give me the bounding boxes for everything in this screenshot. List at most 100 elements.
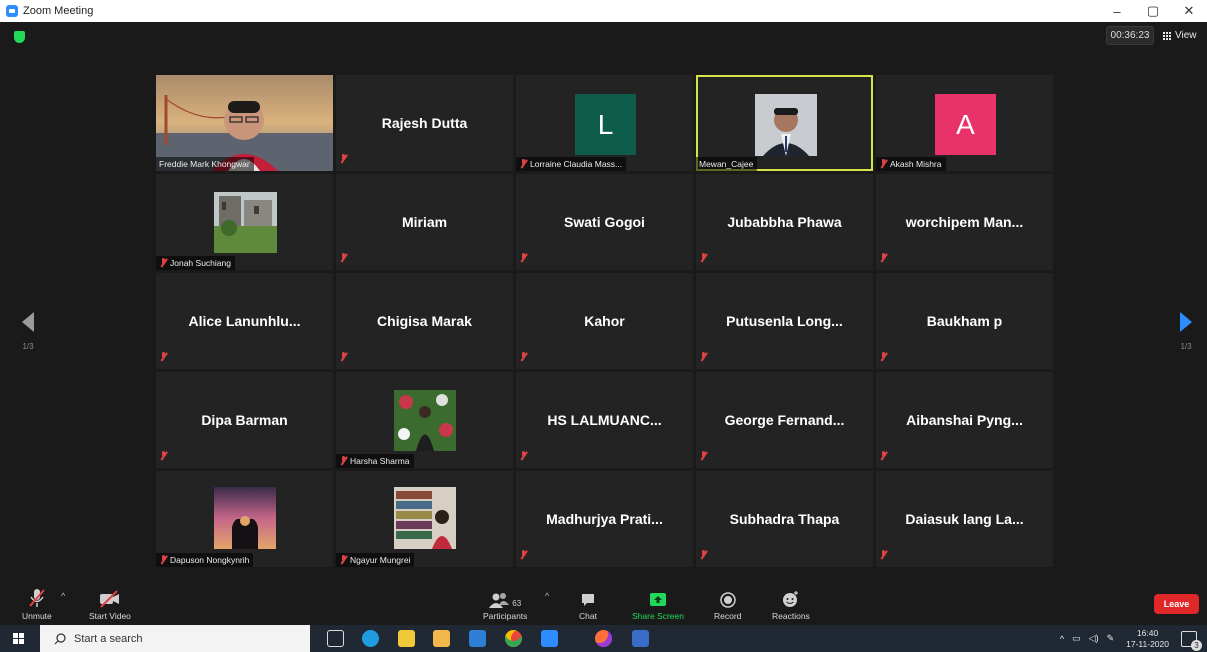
participant-display-name: Rajesh Dutta [381,115,468,131]
mic-muted-icon [519,547,528,565]
mic-muted-icon [699,547,708,565]
participant-display-name: Baukham p [926,313,1003,329]
avatar: L [575,94,636,155]
reactions-label: Reactions [772,611,810,621]
task-view-icon[interactable] [327,630,344,647]
page-indicator-right: 1/3 [1180,342,1192,351]
notes-app-icon[interactable] [632,630,649,647]
view-label: View [1175,30,1197,41]
participant-tile-madhurjya[interactable]: Madhurjya Prati... [516,471,693,567]
zoom-taskbar-icon[interactable] [541,630,558,647]
previous-page-button[interactable]: 1/3 [18,312,38,360]
participant-display-name: Miriam [401,214,448,230]
video-off-icon [99,586,121,608]
unmute-button[interactable]: Unmute [22,586,52,621]
participant-name-caption: Freddie Mark Khongwar [156,157,254,171]
minimize-button[interactable]: – [1099,0,1135,22]
firefox-icon[interactable] [595,630,612,647]
unmute-label: Unmute [22,611,52,621]
participant-tile-chigisa[interactable]: Chigisa Marak [336,273,513,369]
chrome-icon[interactable] [505,630,522,647]
chat-button[interactable]: Chat [579,586,597,621]
encryption-shield-icon[interactable] [14,31,25,43]
participant-name: Lorraine Claudia Mass... [530,159,623,169]
participant-tile-swati[interactable]: Swati Gogoi [516,174,693,270]
window-controls: – ▢ ✕ [1099,0,1207,22]
participant-display-name: Putusenla Long... [726,313,843,329]
participant-name: Mewan_Cajee [699,159,754,169]
meeting-timer: 00:36:23 [1106,26,1154,45]
participants-icon [489,593,510,608]
next-page-button[interactable]: 1/3 [1176,312,1196,360]
mic-muted-icon [28,586,46,608]
participant-tile-dipa[interactable]: Dipa Barman [156,372,333,468]
media-player-icon[interactable] [469,630,486,647]
windows-taskbar: ^ ▭ ◁) ✎ 16:40 17-11-2020 3 [0,625,1207,652]
reactions-button[interactable]: Reactions [772,586,810,621]
participant-tile-aibanshai[interactable]: Aibanshai Pyng... [876,372,1053,468]
participant-tile-alice[interactable]: Alice Lanunhlu... [156,273,333,369]
mic-muted-icon [699,448,708,466]
participant-tile-george[interactable]: George Fernand... [696,372,873,468]
reactions-icon [782,586,800,608]
edge-browser-icon[interactable] [362,630,379,647]
mic-muted-icon [339,349,348,367]
participants-button[interactable]: 63 Participants [483,586,527,621]
mic-muted-icon [879,349,888,367]
mic-muted-icon [699,349,708,367]
mic-muted-icon [699,250,708,268]
participant-tile-freddie[interactable]: Freddie Mark Khongwar [156,75,333,171]
participant-tile-harsha[interactable]: Harsha Sharma [336,372,513,468]
leave-button[interactable]: Leave [1154,594,1199,614]
participant-tile-hs-lalmuanc[interactable]: HS LALMUANC... [516,372,693,468]
participant-display-name: Alice Lanunhlu... [188,313,301,329]
mic-muted-icon [519,250,528,268]
participant-tile-mewan-active-speaker[interactable]: Mewan_Cajee [696,75,873,171]
participant-tile-worchipem[interactable]: worchipem Man... [876,174,1053,270]
profile-photo [214,487,276,549]
participant-tile-jonah[interactable]: Jonah Suchiang [156,174,333,270]
page-indicator-left: 1/3 [22,342,34,351]
restore-button[interactable]: ▢ [1135,0,1171,22]
taskbar-search-box[interactable] [40,625,310,652]
participant-tile-subhadra[interactable]: Subhadra Thapa [696,471,873,567]
participant-tile-ngayur[interactable]: Ngayur Mungrei [336,471,513,567]
participant-display-name: HS LALMUANC... [547,412,662,428]
taskbar-clock[interactable]: 16:40 17-11-2020 [1126,628,1169,650]
participant-tile-akash[interactable]: A Akash Mishra [876,75,1053,171]
participant-tile-putusenla[interactable]: Putusenla Long... [696,273,873,369]
participant-tile-rajesh[interactable]: Rajesh Dutta [336,75,513,171]
participants-options-caret[interactable]: ^ [545,591,549,601]
participant-tile-lorraine[interactable]: L Lorraine Claudia Mass... [516,75,693,171]
windows-start-icon[interactable] [13,633,24,644]
participant-tile-kahor[interactable]: Kahor [516,273,693,369]
participant-tile-daiasuk[interactable]: Daiasuk lang La... [876,471,1053,567]
record-button[interactable]: Record [714,586,741,621]
participant-name-caption: Jonah Suchiang [156,256,235,270]
network-icon[interactable]: ▭ [1072,633,1081,644]
volume-icon[interactable]: ◁) [1089,633,1099,644]
pen-icon[interactable]: ✎ [1107,633,1115,644]
start-video-button[interactable]: Start Video [89,586,131,621]
audio-options-caret[interactable]: ^ [61,591,65,601]
participant-tile-dapuson[interactable]: Dapuson Nongkynrih [156,471,333,567]
participants-label: Participants [483,611,528,621]
file-explorer-icon[interactable] [433,630,450,647]
share-screen-button[interactable]: Share Screen [632,586,684,621]
participant-name: Jonah Suchiang [170,258,231,268]
participant-tile-miriam[interactable]: Miriam [336,174,513,270]
view-button[interactable]: View [1163,27,1197,44]
participant-tile-baukham[interactable]: Baukham p [876,273,1053,369]
notification-count-badge: 3 [1191,639,1202,651]
system-tray: ^ ▭ ◁) ✎ 16:40 17-11-2020 3 [1060,625,1207,652]
participants-count: 63 [512,599,522,608]
participant-name: Dapuson Nongkynrih [170,555,250,565]
participant-display-name: Chigisa Marak [377,313,472,329]
action-center-icon[interactable]: 3 [1181,630,1202,651]
close-button[interactable]: ✕ [1171,0,1207,22]
mic-muted-icon [879,159,888,169]
taskbar-search-input[interactable] [74,632,274,645]
show-hidden-icons-caret[interactable]: ^ [1060,634,1064,644]
participant-tile-jubabbha[interactable]: Jubabbha Phawa [696,174,873,270]
store-icon[interactable] [398,630,415,647]
